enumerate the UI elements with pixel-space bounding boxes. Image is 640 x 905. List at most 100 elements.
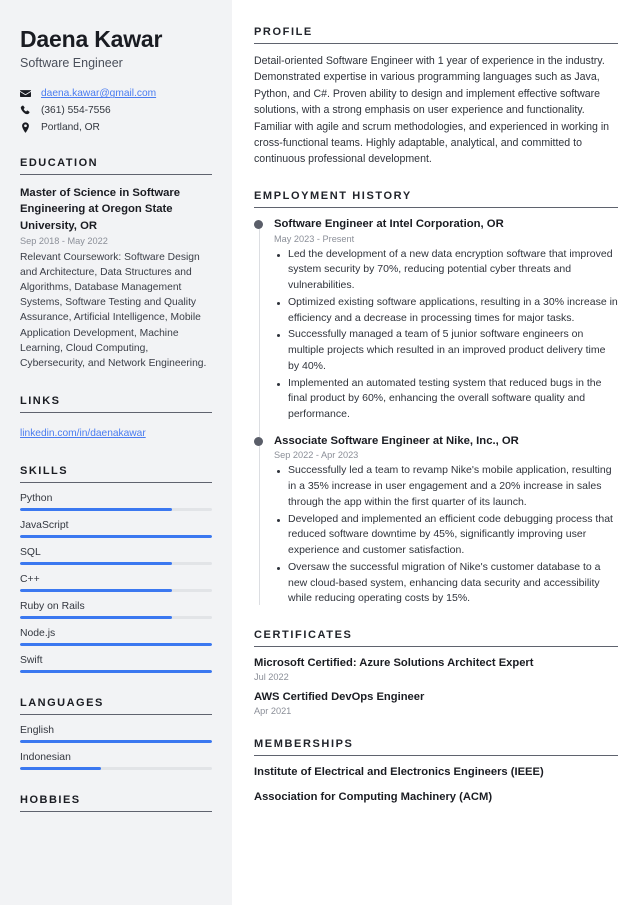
skill-item: Ruby on Rails [20,601,212,620]
certificate-date: Jul 2022 [254,672,289,683]
location-value: Portland, OR [41,122,100,134]
employment-role: Associate Software Engineer at Nike, Inc… [274,434,519,447]
section-languages-heading: LANGUAGES [20,697,104,710]
section-links-heading: LINKS [20,395,61,408]
skill-label: Ruby on Rails [20,601,85,613]
education-entry: Master of Science in Software Engineerin… [20,185,212,371]
section-education-heading: EDUCATION [20,157,99,170]
membership-entry: Institute of Electrical and Electronics … [254,766,544,779]
skill-label: SQL [20,547,41,559]
language-label: English [20,725,55,737]
skill-bar-track [20,643,212,647]
language-item: English [20,725,212,744]
skill-bar-fill [20,589,172,593]
certificate-entry: AWS Certified DevOps Engineer Apr 2021 [254,690,618,716]
link-item-linkedin[interactable]: linkedin.com/in/daenakawar [20,428,146,439]
divider [20,714,212,716]
email-link[interactable]: daena.kawar@gmail.com [41,88,156,99]
skill-bar-track [20,616,212,620]
certificate-entry: Microsoft Certified: Azure Solutions Arc… [254,656,618,682]
section-certificates-heading: CERTIFICATES [254,629,353,642]
employment-entry: Software Engineer at Intel Corporation, … [254,217,618,423]
page-title: Daena Kawar Software Engineer [20,26,212,70]
skill-bar-track [20,562,212,566]
skill-bar-track [20,589,212,593]
section-employment-heading: EMPLOYMENT HISTORY [254,189,412,202]
skill-bar-fill [20,616,172,620]
contact-location-row: Portland, OR [20,122,212,133]
skill-bar-fill [20,643,212,647]
skill-item: Node.js [20,628,212,647]
skill-bar-fill [20,508,172,512]
language-item: Indonesian [20,752,212,771]
skill-label: Swift [20,655,43,667]
skill-item: Python [20,493,212,512]
skill-label: JavaScript [20,520,69,532]
skill-bar-track [20,508,212,512]
section-memberships-heading: MEMBERSHIPS [254,738,354,751]
language-bar-fill [20,767,101,771]
candidate-job-title: Software Engineer [20,56,123,71]
divider [20,412,212,414]
phone-value: (361) 554-7556 [41,105,111,117]
divider [20,174,212,176]
employment-bullet: Oversaw the successful migration of Nike… [274,560,618,607]
section-memberships: MEMBERSHIPS Institute of Electrical and … [254,738,618,804]
education-degree: Master of Science in Software Engineerin… [20,187,181,232]
skill-bar-fill [20,670,212,674]
skill-bar-track [20,670,212,674]
skill-label: Node.js [20,628,56,640]
section-languages: LANGUAGES English Indonesian [20,697,212,771]
section-employment-history: EMPLOYMENT HISTORY Software Engineer at … [254,190,618,607]
language-bar-track [20,767,212,771]
contact-phone-row: (361) 554-7556 [20,105,212,116]
memberships-list: Institute of Electrical and Electronics … [254,765,618,804]
section-skills-heading: SKILLS [20,465,69,478]
section-education: EDUCATION Master of Science in Software … [20,157,212,371]
employment-date: May 2023 - Present [274,233,355,244]
section-profile: PROFILE Detail-oriented Software Enginee… [254,26,618,168]
candidate-name: Daena Kawar [20,26,163,52]
skill-item: C++ [20,574,212,593]
language-label: Indonesian [20,752,71,764]
skill-bar-fill [20,535,212,539]
divider [20,482,212,484]
skill-label: Python [20,493,53,505]
divider [254,206,618,208]
profile-text: Detail-oriented Software Engineer with 1… [254,55,610,166]
employment-bullet-list: Successfully led a team to revamp Nike's… [274,463,618,607]
education-description: Relevant Coursework: Software Design and… [20,251,207,370]
certificates-list: Microsoft Certified: Azure Solutions Arc… [254,656,618,716]
certificate-title: Microsoft Certified: Azure Solutions Arc… [254,657,534,670]
employment-list: Software Engineer at Intel Corporation, … [254,217,618,607]
language-bar-track [20,740,212,744]
certificate-date: Apr 2021 [254,706,292,717]
section-skills: SKILLS Python JavaScript SQL C++ Ruby on Rai… [20,465,212,674]
employment-bullet: Successfully led a team to revamp Nike's… [274,463,618,510]
section-certificates: CERTIFICATES Microsoft Certified: Azure … [254,629,618,716]
employment-entry: Associate Software Engineer at Nike, Inc… [254,434,618,607]
contact-email-row[interactable]: daena.kawar@gmail.com [20,88,212,99]
employment-bullet: Optimized existing software applications… [274,295,618,327]
skill-item: JavaScript [20,520,212,539]
section-profile-heading: PROFILE [254,26,313,38]
skill-item: Swift [20,655,212,674]
languages-list: English Indonesian [20,725,212,771]
employment-date: Sep 2022 - Apr 2023 [274,450,359,461]
skill-label: C++ [20,574,40,586]
employment-role: Software Engineer at Intel Corporation, … [274,217,504,230]
employment-bullet: Developed and implemented an efficient c… [274,512,618,559]
employment-bullet: Led the development of a new data encryp… [274,247,618,294]
employment-bullet-list: Led the development of a new data encryp… [274,247,618,423]
education-date: Sep 2018 - May 2022 [20,235,108,246]
envelope-icon [20,88,34,99]
timeline-dot-icon [254,219,263,229]
employment-bullet: Implemented an automated testing system … [274,376,618,423]
divider [20,811,212,813]
skill-item: SQL [20,547,212,566]
resume-page: Daena Kawar Software Engineer daena.kawa… [0,0,640,905]
contact-list: daena.kawar@gmail.com (361) 554-7556 Por… [20,88,212,133]
sidebar: Daena Kawar Software Engineer daena.kawa… [0,0,232,905]
membership-entry: Association for Computing Machinery (ACM… [254,790,493,803]
skills-list: Python JavaScript SQL C++ Ruby on Rails Node.… [20,493,212,674]
